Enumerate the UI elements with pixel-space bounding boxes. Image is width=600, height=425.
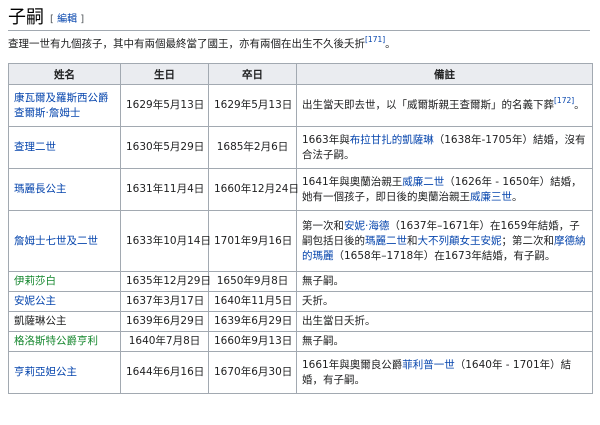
note-text: 出生當天即去世，以「威爾斯親王查爾斯」的名義下葬 (302, 99, 554, 111)
note-text: 1661年與奧爾良公爵 (302, 358, 403, 371)
death-cell: 1629年5月13日 (208, 84, 297, 127)
intro-reference-link[interactable]: [171] (365, 35, 385, 44)
death-cell: 1701年9月16日 (208, 210, 297, 272)
note-link[interactable]: 威廉三世 (470, 191, 512, 203)
note-text: 無子嗣。 (302, 335, 344, 347)
table-row: 康瓦爾及羅斯西公爵查爾斯·詹姆士 1629年5月13日 1629年5月13日 出… (8, 84, 593, 127)
name-cell: 瑪麗長公主 (8, 168, 121, 211)
name-cell: 格洛斯特公爵亨利 (8, 331, 121, 352)
table-row: 伊莉莎白 1635年12月29日 1650年9月8日 無子嗣。 (8, 271, 593, 292)
notes-cell: 無子嗣。 (296, 331, 593, 352)
note-text: 。 (574, 99, 585, 111)
notes-cell: 1661年與奧爾良公爵菲利普一世（1640年 - 1701年）結婚，有子嗣。 (296, 351, 593, 394)
birth-cell: 1639年6月29日 (120, 311, 209, 332)
death-cell: 1660年12月24日 (208, 168, 299, 211)
note-link[interactable]: 大不列顛女王安妮 (418, 235, 502, 247)
note-text: ；第二次和 (501, 234, 555, 247)
name-cell: 伊莉莎白 (8, 271, 121, 292)
table-row: 查理二世 1630年5月29日 1685年2月6日 1663年與布拉甘扎的凱薩琳… (8, 126, 593, 169)
header-birth: 生日 (120, 63, 209, 85)
birth-cell: 1637年3月17日 (120, 291, 209, 312)
note-link[interactable]: 威廉二世 (402, 176, 444, 188)
person-link[interactable]: 安妮公主 (14, 295, 56, 307)
person-link[interactable]: 伊莉莎白 (14, 275, 56, 287)
notes-cell: 1663年與布拉甘扎的凱薩琳（1638年-1705年）結婚，沒有合法子嗣。 (296, 126, 593, 169)
header-name: 姓名 (8, 63, 121, 85)
note-link[interactable]: 安妮·海德 (344, 220, 389, 232)
note-text: 1663年與 (302, 133, 350, 146)
notes-cell: 第一次和安妮·海德（1637年–1671年）在1659年結婚，子嗣包括日後的瑪麗… (296, 210, 593, 272)
birth-cell: 1635年12月29日 (120, 271, 211, 292)
person-link[interactable]: 亨莉亞妲公主 (14, 366, 77, 378)
table-row: 詹姆士七世及二世 1633年10月14日 1701年9月16日 第一次和安妮·海… (8, 210, 593, 272)
note-text: 。 (512, 190, 523, 203)
table-row: 瑪麗長公主 1631年11月4日 1660年12月24日 1641年與奧蘭治親王… (8, 168, 593, 211)
birth-cell: 1631年11月4日 (120, 168, 209, 211)
name-cell: 亨莉亞妲公主 (8, 351, 121, 394)
table-row: 凱薩琳公主 1639年6月29日 1639年6月29日 出生當日夭折。 (8, 311, 593, 332)
table-header-row: 姓名 生日 卒日 備註 (8, 63, 593, 85)
reference-link[interactable]: [172] (554, 96, 574, 105)
name-cell: 康瓦爾及羅斯西公爵查爾斯·詹姆士 (8, 84, 121, 127)
children-table: 姓名 生日 卒日 備註 康瓦爾及羅斯西公爵查爾斯·詹姆士 1629年5月13日 … (8, 63, 593, 394)
note-text: 第一次和 (302, 219, 344, 232)
birth-cell: 1644年6月16日 (120, 351, 209, 394)
section-title: 子嗣 (8, 7, 44, 28)
table-row: 安妮公主 1637年3月17日 1640年11月5日 夭折。 (8, 291, 593, 312)
note-text: （1658年–1718年）在1673年結婚，有子嗣。 (333, 249, 556, 262)
name-cell: 查理二世 (8, 126, 121, 169)
birth-cell: 1633年10月14日 (120, 210, 211, 272)
birth-cell: 1629年5月13日 (120, 84, 209, 127)
header-notes: 備註 (296, 63, 593, 85)
edit-section: [ 編輯 ] (50, 14, 85, 25)
note-text: 1641年與奧蘭治親王 (302, 175, 403, 188)
section-divider (8, 30, 590, 31)
notes-cell: 無子嗣。 (296, 271, 593, 292)
note-link[interactable]: 瑪麗二世 (365, 235, 407, 247)
note-link[interactable]: 菲利普一世 (402, 359, 455, 371)
note-text: 出生當日夭折。 (302, 315, 376, 327)
edit-link[interactable]: 編輯 (57, 14, 77, 25)
header-death: 卒日 (208, 63, 297, 85)
notes-cell: 1641年與奧蘭治親王威廉二世（1626年 - 1650年）結婚，她有一個孩子，… (296, 168, 593, 211)
person-link[interactable]: 瑪麗長公主 (14, 183, 67, 195)
death-cell: 1640年11月5日 (208, 291, 297, 312)
notes-cell: 夭折。 (296, 291, 593, 312)
name-cell: 詹姆士七世及二世 (8, 210, 121, 272)
page: 子嗣 [ 編輯 ] 查理一世有九個孩子，其中有兩個最終當了國王，亦有兩個在出生不… (0, 0, 600, 425)
note-text: 夭折。 (302, 295, 334, 307)
table-row: 格洛斯特公爵亨利 1640年7月8日 1660年9月13日 無子嗣。 (8, 331, 593, 352)
person-link[interactable]: 詹姆士七世及二世 (14, 235, 98, 247)
note-text: 無子嗣。 (302, 275, 344, 287)
death-cell: 1639年6月29日 (208, 311, 297, 332)
birth-cell: 1630年5月29日 (120, 126, 209, 169)
intro-paragraph: 查理一世有九個孩子，其中有兩個最終當了國王，亦有兩個在出生不久後夭折[171]。 (8, 35, 396, 50)
note-link[interactable]: 布拉甘扎的凱薩琳 (350, 134, 434, 146)
death-cell: 1685年2月6日 (208, 126, 297, 169)
person-link[interactable]: 格洛斯特公爵亨利 (14, 335, 98, 347)
person-name: 凱薩琳公主 (14, 315, 67, 327)
name-cell: 安妮公主 (8, 291, 121, 312)
death-cell: 1660年9月13日 (208, 331, 297, 352)
notes-cell: 出生當日夭折。 (296, 311, 593, 332)
note-text: 和 (407, 234, 418, 247)
section-header: 子嗣 [ 編輯 ] (8, 6, 600, 32)
table-row: 亨莉亞妲公主 1644年6月16日 1670年6月30日 1661年與奧爾良公爵… (8, 351, 593, 394)
person-link[interactable]: 康瓦爾及羅斯西公爵查爾斯·詹姆士 (14, 92, 109, 119)
person-link[interactable]: 查理二世 (14, 141, 56, 153)
name-cell: 凱薩琳公主 (8, 311, 121, 332)
notes-cell: 出生當天即去世，以「威爾斯親王查爾斯」的名義下葬[172]。 (296, 84, 593, 127)
death-cell: 1650年9月8日 (208, 271, 297, 292)
birth-cell: 1640年7月8日 (120, 331, 209, 352)
death-cell: 1670年6月30日 (208, 351, 297, 394)
